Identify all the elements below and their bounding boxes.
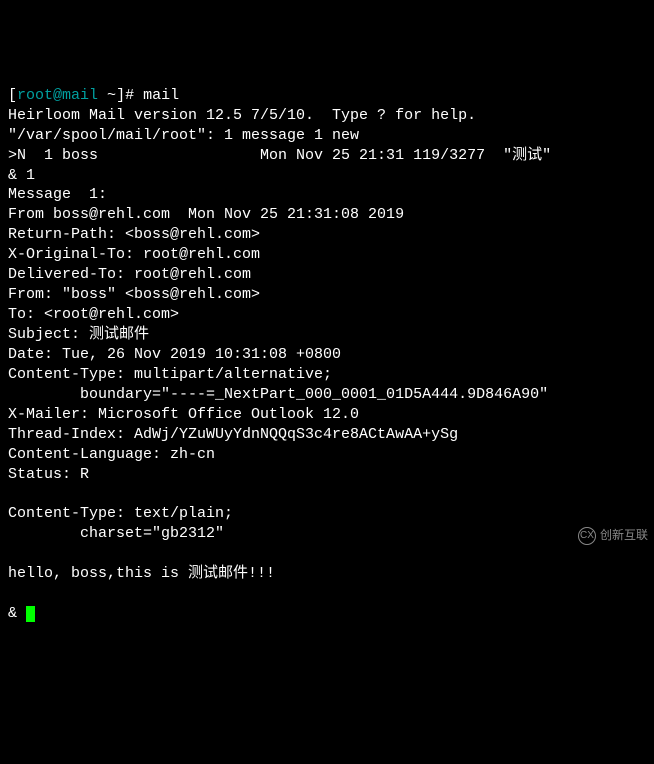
output-line [8,544,646,564]
output-line: Return-Path: <boss@rehl.com> [8,225,646,245]
prompt-line: [root@mail ~]# mail [8,86,646,106]
output-line [8,485,646,505]
output-line: From: "boss" <boss@rehl.com> [8,285,646,305]
command-input[interactable]: mail [143,87,179,104]
cursor-line[interactable]: & [8,604,646,624]
output-line: >N 1 boss Mon Nov 25 21:31 119/3277 "测试" [8,146,646,166]
output-line: Content-Type: multipart/alternative; [8,365,646,385]
logo-icon: CX [578,527,596,545]
output-line: To: <root@rehl.com> [8,305,646,325]
output-line: boundary="----=_NextPart_000_0001_01D5A4… [8,385,646,405]
output-line: X-Mailer: Microsoft Office Outlook 12.0 [8,405,646,425]
output-line: From boss@rehl.com Mon Nov 25 21:31:08 2… [8,205,646,225]
output-line [8,584,646,604]
watermark-logo: CX 创新互联 [578,527,648,545]
terminal-output: [root@mail ~]# mailHeirloom Mail version… [8,86,646,624]
output-line: & 1 [8,166,646,186]
user-host: root@mail [17,87,98,104]
output-line: X-Original-To: root@rehl.com [8,245,646,265]
output-line: Date: Tue, 26 Nov 2019 10:31:08 +0800 [8,345,646,365]
output-line: Subject: 测试邮件 [8,325,646,345]
watermark-text: 创新互联 [600,528,648,544]
output-line: Status: R [8,465,646,485]
output-line: charset="gb2312" [8,524,646,544]
cursor-icon [26,606,35,622]
output-line: Content-Language: zh-cn [8,445,646,465]
output-line: "/var/spool/mail/root": 1 message 1 new [8,126,646,146]
output-line: hello, boss,this is 测试邮件!!! [8,564,646,584]
output-line: Content-Type: text/plain; [8,504,646,524]
output-line: Message 1: [8,185,646,205]
output-line: Thread-Index: AdWj/YZuWUyYdnNQQqS3c4re8A… [8,425,646,445]
output-line: Delivered-To: root@rehl.com [8,265,646,285]
output-line: Heirloom Mail version 12.5 7/5/10. Type … [8,106,646,126]
